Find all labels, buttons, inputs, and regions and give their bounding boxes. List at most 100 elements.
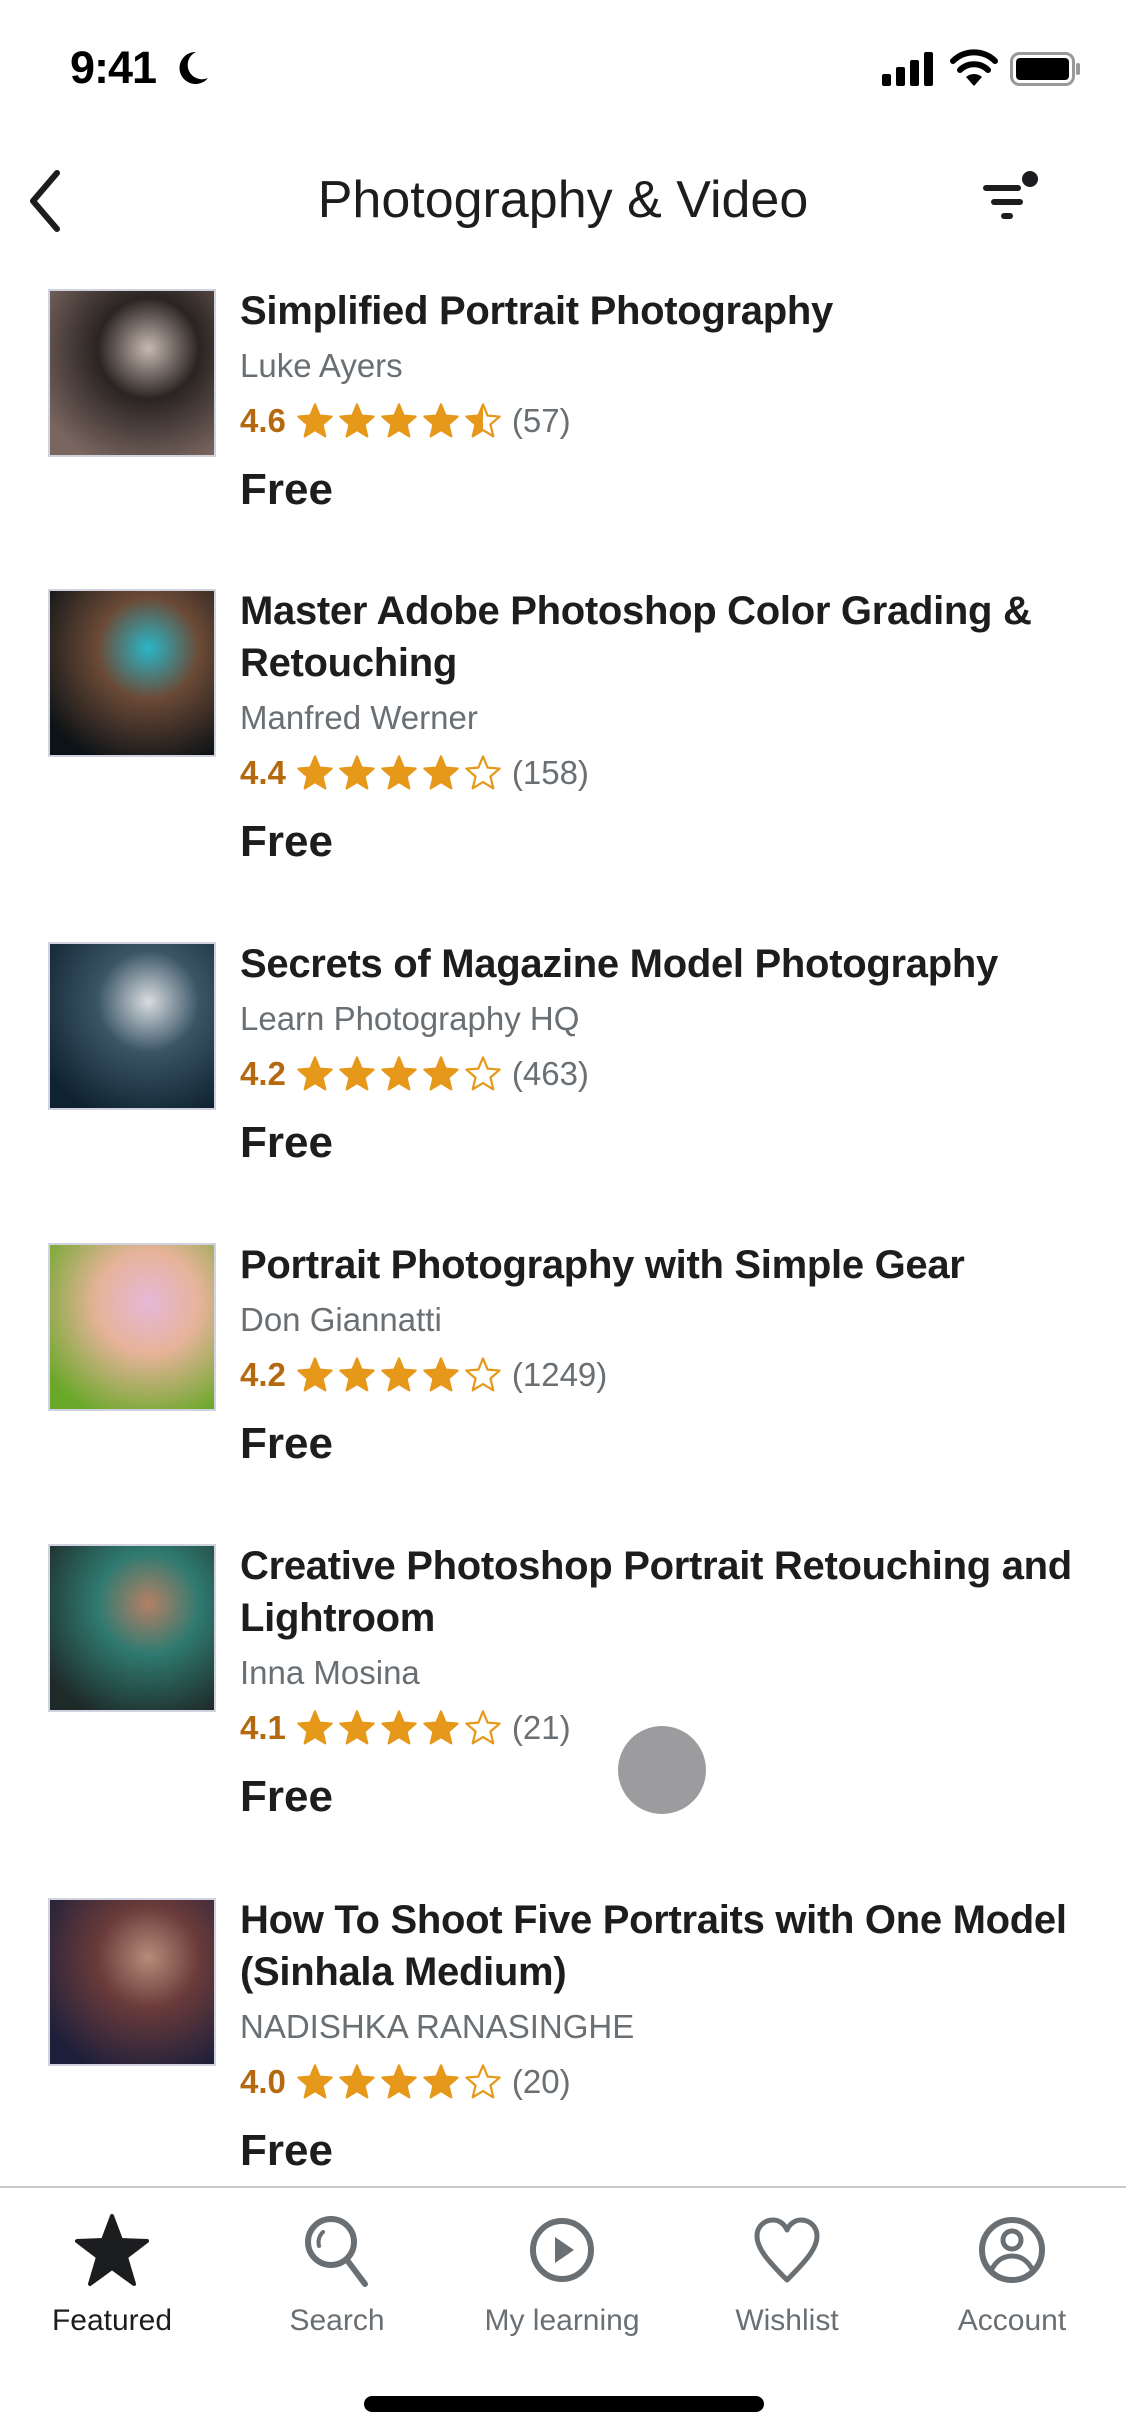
heart-icon	[754, 2217, 820, 2283]
course-thumbnail	[48, 1544, 216, 1712]
rating-value: 4.6	[240, 402, 286, 439]
star-rating	[296, 1356, 502, 1394]
star-empty-icon	[465, 1056, 501, 1091]
rating-row: 4.2 (463)	[240, 1052, 1080, 1096]
course-list[interactable]: Simplified Portrait Photography Luke Aye…	[0, 285, 1126, 2185]
rating-row: 4.4 (158)	[240, 751, 1080, 795]
star-empty-icon	[465, 2064, 501, 2099]
rating-value: 4.1	[240, 1709, 286, 1746]
star-filled-icon	[423, 403, 459, 438]
course-author: Inna Mosina	[240, 1654, 420, 1691]
star-filled-icon	[339, 1357, 375, 1392]
tab-label: Search	[289, 2304, 385, 2337]
rating-value: 4.2	[240, 1055, 286, 1092]
star-filled-icon	[381, 755, 417, 790]
course-title: How To Shoot Five Portraits with One Mod…	[240, 1898, 1067, 1994]
star-icon	[75, 2214, 149, 2286]
course-author: Learn Photography HQ	[240, 1000, 580, 1037]
course-author: NADISHKA RANASINGHE	[240, 2008, 635, 2045]
star-filled-icon	[297, 1056, 333, 1091]
star-filled-icon	[339, 403, 375, 438]
star-empty-icon	[465, 1710, 501, 1745]
course-title: Simplified Portrait Photography	[240, 289, 833, 333]
tab-label: Account	[957, 2304, 1067, 2337]
rating-value: 4.2	[240, 1356, 286, 1393]
rating-row: 4.2 (1249)	[240, 1353, 1080, 1397]
star-filled-icon	[381, 403, 417, 438]
review-count: (463)	[511, 1055, 589, 1092]
review-count: (158)	[511, 754, 589, 791]
star-rating	[296, 2063, 502, 2101]
tab-account[interactable]: Account	[912, 2210, 1112, 2350]
star-filled-icon	[423, 2064, 459, 2099]
course-price: Free	[240, 465, 333, 514]
account-circle-icon	[979, 2217, 1045, 2283]
course-author: Manfred Werner	[240, 699, 478, 736]
course-price: Free	[240, 1118, 333, 1167]
star-empty-icon	[465, 755, 501, 790]
course-price: Free	[240, 817, 333, 866]
star-filled-icon	[339, 1056, 375, 1091]
rating-value: 4.0	[240, 2063, 286, 2100]
rating-row: 4.6 (57)	[240, 399, 1080, 443]
page-title: Photography & Video	[317, 171, 809, 229]
course-title: Secrets of Magazine Model Photography	[240, 942, 998, 986]
star-filled-icon	[381, 1357, 417, 1392]
filter-icon	[983, 171, 1038, 219]
review-count: (20)	[511, 2063, 571, 2100]
star-filled-icon	[381, 2064, 417, 2099]
course-thumbnail	[48, 1243, 216, 1411]
star-rating	[296, 754, 502, 792]
tab-wishlist[interactable]: Wishlist	[687, 2210, 887, 2350]
course-title: Creative Photoshop Portrait Retouching a…	[240, 1544, 1072, 1640]
star-rating	[296, 402, 502, 440]
star-filled-icon	[297, 403, 333, 438]
star-filled-icon	[381, 1710, 417, 1745]
tab-featured[interactable]: Featured	[12, 2210, 212, 2350]
star-filled-icon	[423, 1710, 459, 1745]
course-title: Master Adobe Photoshop Color Grading & R…	[240, 589, 1032, 685]
course-author: Luke Ayers	[240, 347, 403, 384]
course-thumbnail	[48, 589, 216, 757]
star-filled-icon	[297, 755, 333, 790]
battery-icon	[1010, 52, 1080, 86]
star-filled-icon	[381, 1056, 417, 1091]
course-author: Don Giannatti	[240, 1301, 442, 1338]
star-filled-icon	[339, 755, 375, 790]
star-filled-icon	[423, 755, 459, 790]
course-title: Portrait Photography with Simple Gear	[240, 1243, 965, 1287]
review-count: (57)	[511, 402, 571, 439]
status-bar: 9:41	[0, 0, 1126, 140]
cellular-signal-icon	[882, 52, 933, 86]
star-filled-icon	[339, 2064, 375, 2099]
search-icon	[305, 2216, 368, 2287]
touch-indicator	[618, 1726, 706, 1814]
rating-row: 4.0 (20)	[240, 2060, 1080, 2104]
play-circle-icon	[530, 2218, 594, 2282]
rating-value: 4.4	[240, 754, 286, 791]
course-thumbnail	[48, 942, 216, 1110]
tab-label: Featured	[51, 2304, 173, 2337]
course-thumbnail	[48, 289, 216, 457]
star-empty-icon	[465, 1357, 501, 1392]
course-thumbnail	[48, 1898, 216, 2066]
star-filled-icon	[297, 1357, 333, 1392]
star-filled-icon	[297, 2064, 333, 2099]
course-price: Free	[240, 1419, 333, 1468]
status-time: 9:41	[70, 42, 157, 93]
home-indicator[interactable]	[364, 2396, 764, 2412]
star-rating	[296, 1709, 502, 1747]
filter-button[interactable]	[975, 165, 1045, 235]
star-filled-icon	[339, 1710, 375, 1745]
review-count: (21)	[511, 1709, 571, 1746]
star-half-icon	[465, 403, 501, 438]
star-filled-icon	[297, 1710, 333, 1745]
tab-search[interactable]: Search	[237, 2210, 437, 2350]
tab-my-learning[interactable]: My learning	[462, 2210, 662, 2350]
star-filled-icon	[423, 1056, 459, 1091]
wifi-icon	[950, 49, 998, 86]
course-price: Free	[240, 2126, 333, 2175]
review-count: (1249)	[511, 1356, 608, 1393]
tab-label: Wishlist	[735, 2304, 839, 2337]
nav-bar: Photography & Video	[0, 150, 1126, 250]
